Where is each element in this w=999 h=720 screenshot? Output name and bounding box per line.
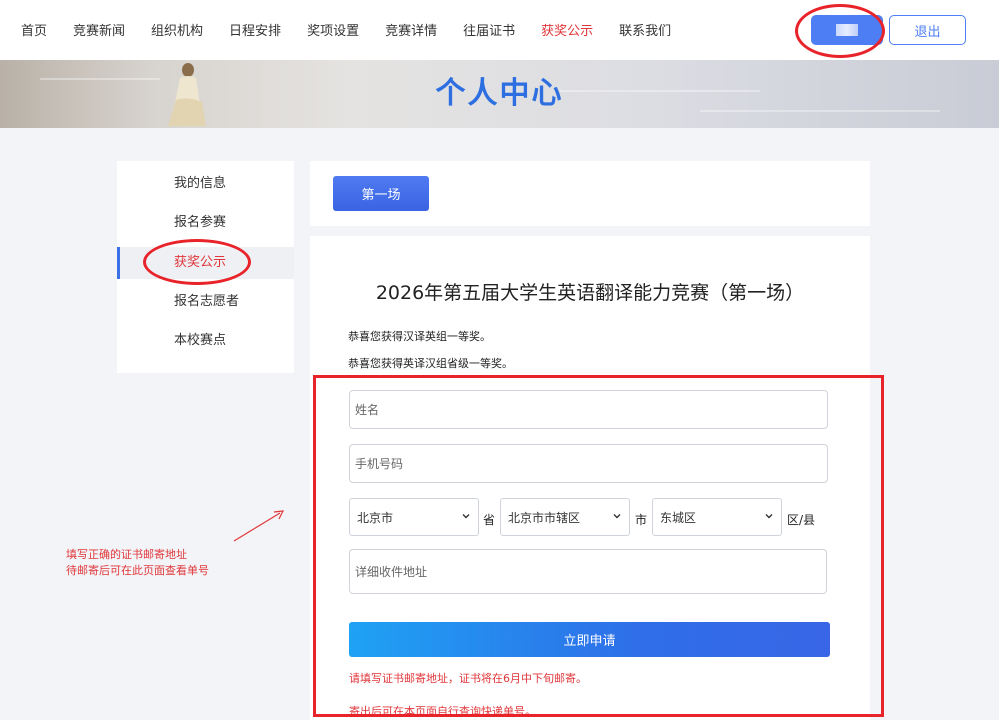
nav-item-award-announcement[interactable]: 获奖公示 — [541, 20, 593, 39]
nav-item-contact[interactable]: 联系我们 — [619, 20, 671, 39]
nav-item-home[interactable]: 首页 — [21, 20, 47, 39]
nav-item-news[interactable]: 竞赛新闻 — [73, 20, 125, 39]
award-message: 恭喜您获得汉译英组一等奖。 — [348, 330, 491, 343]
main-nav: 首页 竞赛新闻 组织机构 日程安排 奖项设置 竞赛详情 往届证书 获奖公示 联系… — [21, 20, 697, 39]
logout-button[interactable]: 退出 — [889, 15, 966, 45]
sidebar-item-volunteer[interactable]: 报名志愿者 — [117, 286, 294, 318]
nav-item-schedule[interactable]: 日程安排 — [229, 20, 281, 39]
nav-item-awards-setting[interactable]: 奖项设置 — [307, 20, 359, 39]
sidebar-item-registration[interactable]: 报名参赛 — [117, 207, 294, 239]
annotation-line: 填写正确的证书邮寄地址 — [66, 548, 187, 561]
annotation-line: 待邮寄后可在此页面查看单号 — [66, 564, 209, 577]
tab-session-1[interactable]: 第一场 — [333, 176, 429, 211]
sidebar-item-school-venue[interactable]: 本校赛点 — [117, 325, 294, 357]
nav-item-contest-details[interactable]: 竞赛详情 — [385, 20, 437, 39]
annotation-box-form — [313, 375, 884, 717]
annotation-circle-user — [795, 4, 885, 58]
contest-title: 2026年第五届大学生英语翻译能力竞赛（第一场） — [375, 282, 805, 304]
award-message: 恭喜您获得英译汉组省级一等奖。 — [348, 357, 513, 370]
nav-item-past-certificates[interactable]: 往届证书 — [463, 20, 515, 39]
page-title: 个人中心 — [435, 76, 564, 111]
annotation-circle-sidebar — [143, 239, 251, 285]
annotation-note: 填写正确的证书邮寄地址 待邮寄后可在此页面查看单号 — [66, 547, 209, 579]
sidebar-item-my-info[interactable]: 我的信息 — [117, 168, 294, 200]
annotation-arrow — [233, 510, 285, 542]
page-banner: 个人中心 — [0, 60, 999, 128]
nav-item-organization[interactable]: 组织机构 — [151, 20, 203, 39]
session-tabs: 第一场 — [310, 161, 870, 226]
